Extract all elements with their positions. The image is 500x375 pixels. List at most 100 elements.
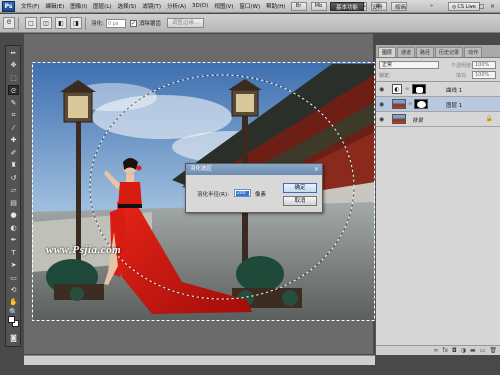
menu-item[interactable]: 图层(L) <box>90 2 114 10</box>
menu-item[interactable]: 视图(V) <box>211 2 236 10</box>
crop-tool-icon[interactable]: ⌗ <box>8 110 19 120</box>
ok-button[interactable]: 确定 <box>283 183 317 193</box>
add-selection-icon[interactable]: ◫ <box>40 17 52 29</box>
tab-channels[interactable]: 通道 <box>397 47 416 57</box>
type-tool-icon[interactable]: T <box>8 248 19 258</box>
tab-history[interactable]: 历史记录 <box>435 47 464 57</box>
minimize-icon[interactable]: – <box>468 3 475 10</box>
fill-input[interactable]: 100% <box>472 71 496 79</box>
layer-name[interactable]: 曲线 1 <box>446 86 462 94</box>
hand-tool-icon[interactable]: ✋ <box>8 297 19 307</box>
menu-item[interactable]: 文件(F) <box>18 2 42 10</box>
healing-brush-tool-icon[interactable]: ✚ <box>8 135 19 145</box>
feather-radius-value: 200 <box>236 191 249 196</box>
quick-selection-tool-icon[interactable]: ✎ <box>8 98 19 108</box>
fill-label: 填充: <box>456 73 468 79</box>
new-group-icon[interactable]: ▬ <box>470 347 476 354</box>
layer-mask-thumbnail[interactable] <box>412 84 426 94</box>
foreground-color-swatch[interactable] <box>8 316 15 323</box>
eraser-tool-icon[interactable]: ▱ <box>8 185 19 195</box>
intersect-selection-icon[interactable]: ◨ <box>70 17 82 29</box>
clone-stamp-tool-icon[interactable]: ♜ <box>8 160 19 170</box>
workspace-essentials-button[interactable]: 基本功能 <box>330 2 365 11</box>
antialias-checkbox[interactable]: ✓ <box>129 19 137 27</box>
maximize-icon[interactable]: □ <box>478 3 485 10</box>
layer-mask-thumbnail[interactable] <box>414 99 428 109</box>
feather-selection-dialog: 羽化选区 × 羽化半径(R): 200 像素 确定 取消 <box>185 163 323 213</box>
menu-item[interactable]: 3D(D) <box>189 3 211 9</box>
menu-item[interactable]: 分析(A) <box>164 2 189 10</box>
new-selection-icon[interactable]: □ <box>25 17 37 29</box>
brush-tool-icon[interactable]: ✐ <box>8 148 19 158</box>
dialog-close-icon[interactable]: × <box>314 164 319 175</box>
feather-radius-input[interactable]: 200 <box>234 189 251 197</box>
workspace-design-link[interactable]: 设计 <box>372 3 383 11</box>
3d-rotate-tool-icon[interactable]: ⟲ <box>8 285 19 295</box>
layer-row-curves[interactable]: ◉ ◐ ∞ 曲线 1 <box>376 82 500 97</box>
document-canvas-area[interactable]: www.Psjia.com 羽化选区 × 羽化半径(R): 200 像素 确定 … <box>24 34 375 354</box>
path-selection-tool-icon[interactable]: ➤ <box>8 260 19 270</box>
workspace-painting-link[interactable]: 绘画 <box>395 3 406 11</box>
visibility-eye-icon[interactable]: ◉ <box>379 101 384 108</box>
adjustment-layer-icon[interactable]: ◑ <box>461 347 466 354</box>
tab-actions[interactable]: 动作 <box>464 47 483 57</box>
new-layer-icon[interactable]: ▭ <box>480 347 486 354</box>
lasso-tool-icon[interactable]: ᘓ <box>8 85 19 95</box>
layer-controls: 正常 不透明度: 100% 锁定: 填充: 100% <box>376 58 500 82</box>
menu-item[interactable]: 编辑(E) <box>42 2 67 10</box>
link-chain-icon: ∞ <box>405 86 410 92</box>
panel-tabs: 图层 通道 路径 历史记录 动作 <box>376 45 500 58</box>
layer-thumbnail[interactable] <box>392 99 406 109</box>
layer-thumbnail[interactable] <box>392 114 406 124</box>
blur-tool-icon[interactable]: ● <box>8 210 19 220</box>
blend-mode-select[interactable]: 正常 <box>379 61 439 69</box>
cancel-button[interactable]: 取消 <box>283 196 317 206</box>
minibridge-button[interactable]: Mb <box>310 1 327 11</box>
layer-row-background[interactable]: ◉ 背景 🔒 <box>376 112 500 127</box>
visibility-eye-icon[interactable]: ◉ <box>379 116 384 123</box>
menu-item[interactable]: 窗口(W) <box>236 2 263 10</box>
subtract-selection-icon[interactable]: ◧ <box>55 17 67 29</box>
layer-name[interactable]: 背景 <box>412 116 423 124</box>
workspace-more-icon[interactable]: » <box>430 3 433 9</box>
cs-live-button[interactable]: ◎ CS Live <box>448 2 480 11</box>
marquee-tool-icon[interactable]: ⬚ <box>8 73 19 83</box>
eyedropper-tool-icon[interactable]: ⁄ <box>8 123 19 133</box>
refine-edge-button[interactable]: 调整边缘... <box>166 18 205 28</box>
dodge-tool-icon[interactable]: ◐ <box>8 223 19 233</box>
add-mask-icon[interactable]: ◘ <box>452 347 457 354</box>
menu-item[interactable]: 帮助(H) <box>263 2 288 10</box>
bridge-button[interactable]: Br <box>290 1 307 11</box>
quick-mask-icon[interactable]: ◙ <box>8 333 19 343</box>
lock-label: 锁定: <box>379 73 391 79</box>
photoshop-window: Ps 文件(F) 编辑(E) 图像(I) 图层(L) 选择(S) 滤镜(T) 分析(A) 3D(… <box>0 0 500 375</box>
menu-item[interactable]: 图像(I) <box>67 2 90 10</box>
dialog-title-bar[interactable]: 羽化选区 × <box>186 164 322 175</box>
gradient-tool-icon[interactable]: ▤ <box>8 198 19 208</box>
menu-item[interactable]: 滤镜(T) <box>139 2 164 10</box>
layer-row-layer1[interactable]: ◉ ∞ 图层 1 <box>376 97 500 112</box>
visibility-eye-icon[interactable]: ◉ <box>379 86 384 93</box>
curves-adjustment-icon[interactable]: ◐ <box>392 84 402 94</box>
watermark-text: www.Psjia.com <box>46 244 122 256</box>
close-icon[interactable]: × <box>489 3 496 10</box>
opacity-input[interactable]: 100% <box>472 61 496 69</box>
tab-paths[interactable]: 路径 <box>416 47 435 57</box>
status-bar <box>24 355 375 365</box>
link-chain-icon: ∞ <box>408 101 413 107</box>
link-layers-icon[interactable]: ∞ <box>433 347 438 354</box>
shape-tool-icon[interactable]: ▭ <box>8 273 19 283</box>
tab-layers[interactable]: 图层 <box>378 47 397 57</box>
move-tool-icon[interactable]: ✥ <box>8 60 19 70</box>
layer-name[interactable]: 图层 1 <box>446 101 462 109</box>
panel-collapse-icon[interactable]: ▸▸ <box>8 48 19 58</box>
dialog-title: 羽化选区 <box>190 166 213 172</box>
feather-input[interactable]: 0 px <box>105 18 126 28</box>
layer-style-icon[interactable]: fx <box>442 347 448 354</box>
lasso-icon[interactable]: ᘓ <box>3 17 15 29</box>
history-brush-tool-icon[interactable]: ↺ <box>8 173 19 183</box>
options-bar: ᘓ □ ◫ ◧ ◨ 羽化: 0 px ✓ 消除锯齿 调整边缘... <box>0 14 500 33</box>
pen-tool-icon[interactable]: ✒ <box>8 235 19 245</box>
menu-item[interactable]: 选择(S) <box>115 2 140 10</box>
delete-layer-icon[interactable]: 🗑 <box>489 347 497 354</box>
